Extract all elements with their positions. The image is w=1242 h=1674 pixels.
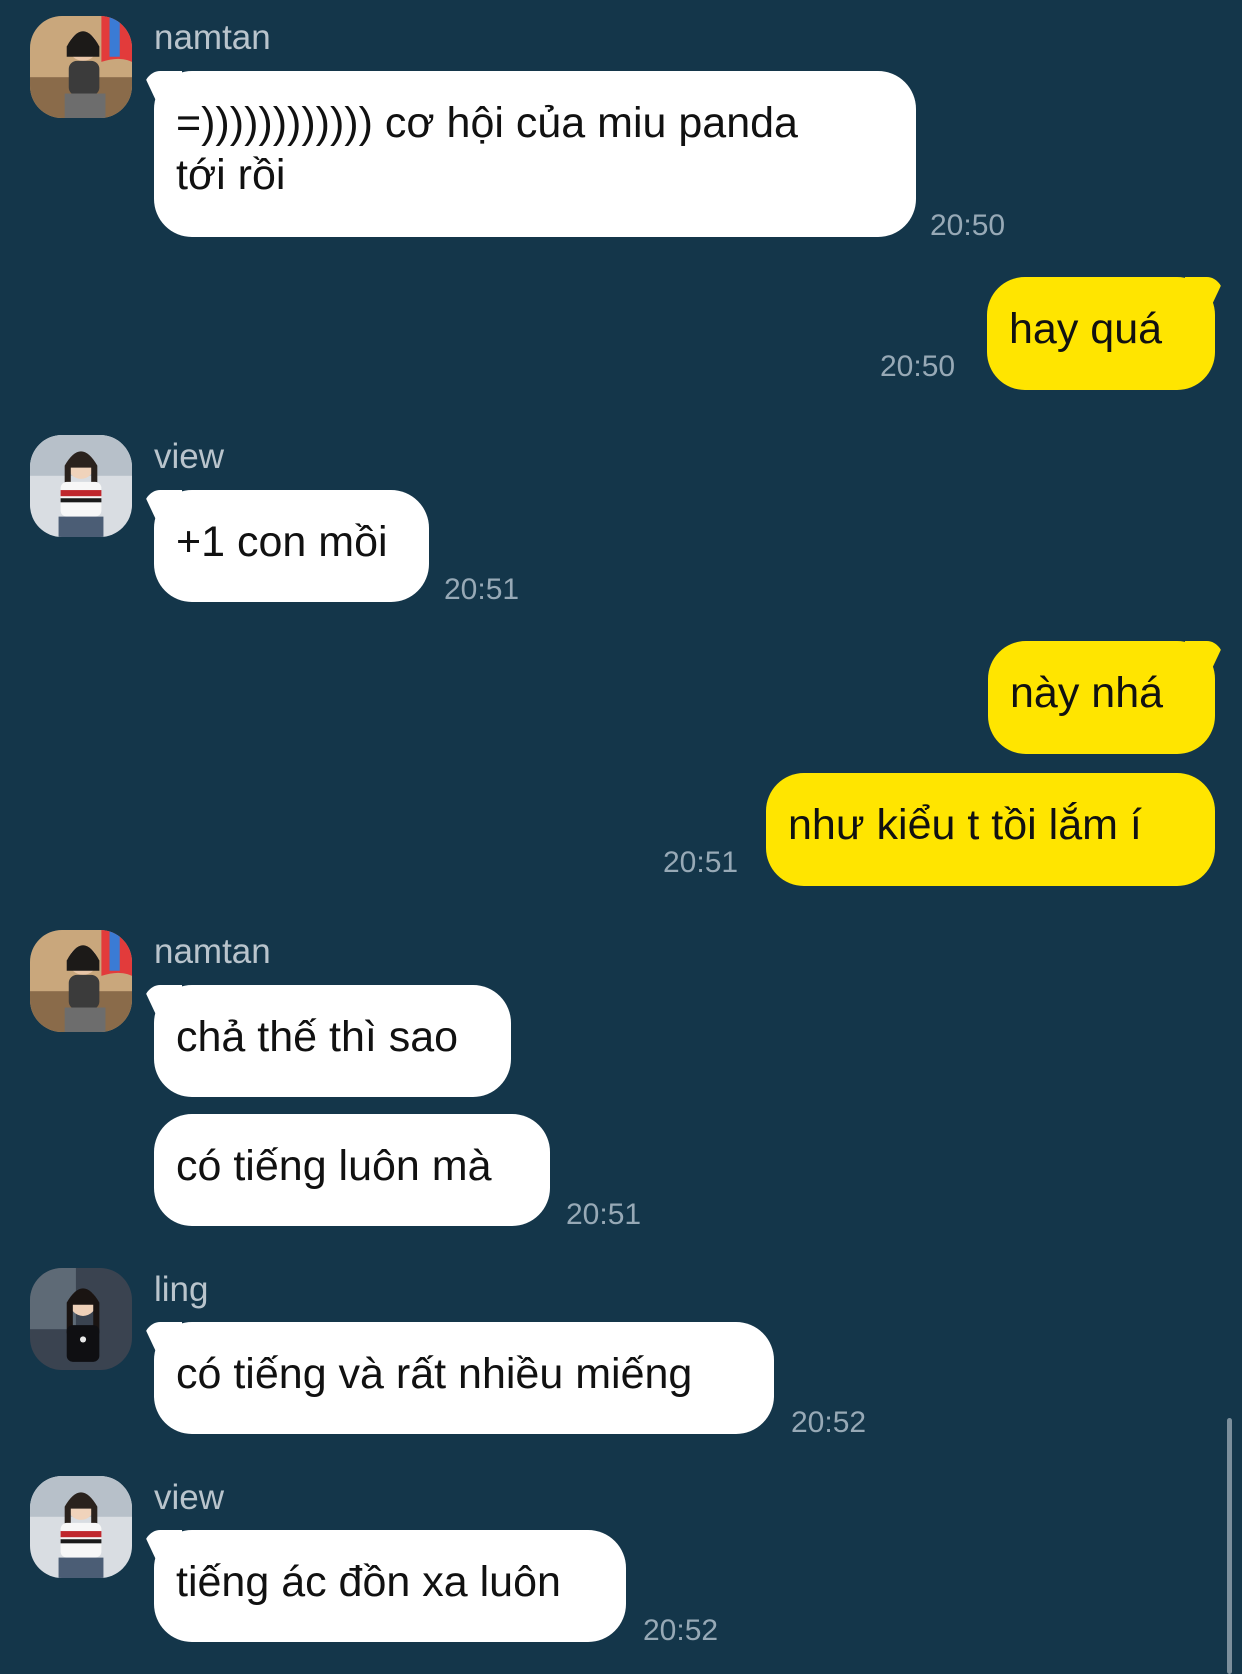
message-bubble[interactable]: tiếng ác đồn xa luôn — [154, 1530, 626, 1642]
message-bubble[interactable]: chả thế thì sao — [154, 985, 511, 1097]
avatar-namtan[interactable] — [30, 16, 132, 118]
message-text: hay quá — [1009, 305, 1163, 353]
message-bubble[interactable]: =)))))))))))) cơ hội của miu panda tới r… — [154, 71, 916, 237]
message-time: 20:51 — [566, 1198, 642, 1231]
message-time: 20:50 — [880, 350, 956, 383]
message-bubble[interactable]: có tiếng và rất nhiều miếng — [154, 1322, 774, 1434]
message-bubble[interactable]: có tiếng luôn mà — [154, 1114, 550, 1226]
message-text: này nhá — [1010, 669, 1164, 717]
avatar-namtan[interactable] — [30, 930, 132, 1032]
chat-area[interactable]: namtan =)))))))))))) cơ hội của miu pand… — [0, 0, 1242, 1674]
sender-name: namtan — [154, 932, 271, 971]
message-time: 20:50 — [930, 209, 1006, 242]
message-bubble[interactable]: này nhá — [988, 641, 1215, 754]
message-text: +1 con mồi — [176, 518, 388, 566]
message-time: 20:51 — [663, 846, 739, 879]
message-time: 20:52 — [643, 1614, 719, 1647]
message-time: 20:52 — [791, 1406, 867, 1439]
scrollbar[interactable] — [1227, 1418, 1232, 1674]
message-time: 20:51 — [444, 573, 520, 606]
message-bubble[interactable]: +1 con mồi — [154, 490, 429, 602]
message-text: có tiếng và rất nhiều miếng — [176, 1350, 693, 1398]
sender-name: view — [154, 1478, 225, 1517]
avatar-ling[interactable] — [30, 1268, 132, 1370]
sender-name: ling — [154, 1270, 209, 1309]
message-bubble[interactable]: hay quá — [987, 277, 1215, 390]
avatar-view[interactable] — [30, 1476, 132, 1578]
message-text: =)))))))))))) cơ hội của miu panda — [176, 99, 798, 147]
message-text: tới rồi — [176, 151, 286, 199]
message-text: tiếng ác đồn xa luôn — [176, 1558, 561, 1606]
sender-name: namtan — [154, 18, 271, 57]
message-bubble[interactable]: như kiểu t tồi lắm í — [766, 773, 1215, 886]
sender-name: view — [154, 437, 225, 476]
message-text: có tiếng luôn mà — [176, 1142, 492, 1190]
message-text: như kiểu t tồi lắm í — [788, 801, 1142, 849]
message-text: chả thế thì sao — [176, 1013, 459, 1061]
avatar-view[interactable] — [30, 435, 132, 537]
